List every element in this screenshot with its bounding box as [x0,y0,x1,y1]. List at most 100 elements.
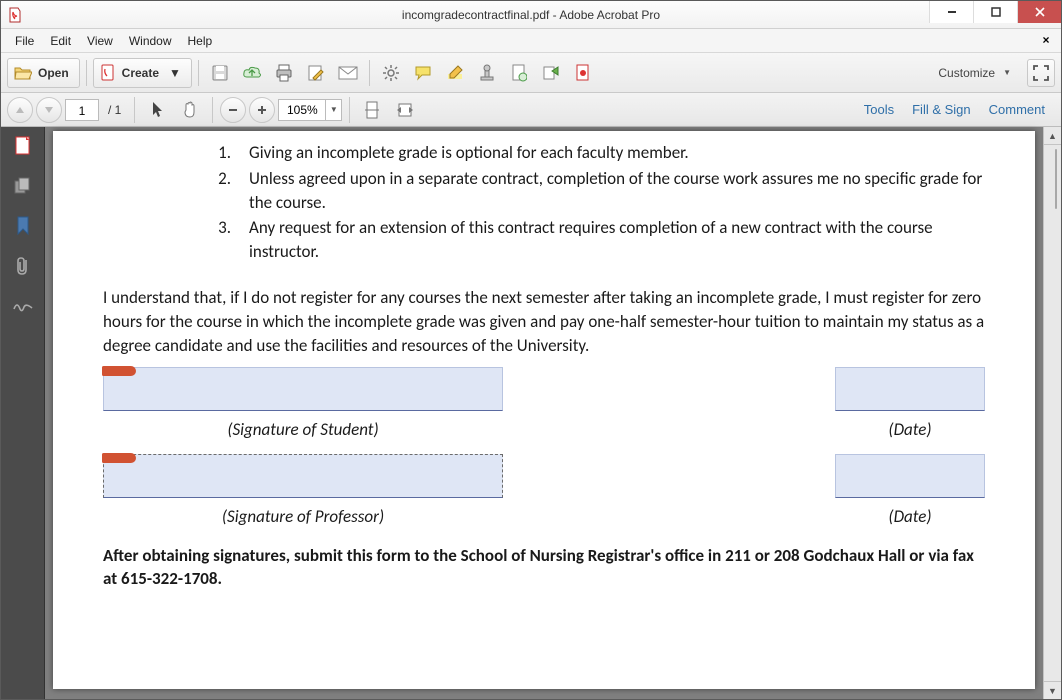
select-tool[interactable] [142,95,172,125]
professor-date-field[interactable] [835,454,985,498]
thumbnails-tab[interactable] [12,135,34,157]
attachments-tab[interactable] [12,255,34,277]
stamp-icon [479,64,495,82]
arrow-up-icon [15,105,25,115]
scroll-up-button[interactable]: ▲ [1044,127,1061,145]
comment-bubble-button[interactable] [408,58,438,88]
scroll-down-button[interactable]: ▼ [1044,681,1061,699]
bubble-icon [414,65,432,81]
minus-icon [227,104,239,116]
select-icon [150,101,164,119]
fill-sign-pane-button[interactable]: Fill & Sign [912,102,971,117]
page-number-input[interactable]: 1 [65,99,99,121]
zoom-dropdown-caret[interactable]: ▼ [325,100,341,120]
save-button[interactable] [205,58,235,88]
fullscreen-icon [1033,65,1049,81]
sign-here-tag-icon [102,366,136,376]
main-toolbar: Open Create ▼ Customize▼ [1,53,1061,93]
zoom-in-button[interactable] [249,97,275,123]
page-down-button[interactable] [36,97,62,123]
acrobat-icon [7,7,23,23]
fit-page-icon [364,101,380,119]
professor-date-label: (Date) [835,502,985,537]
student-signature-field[interactable] [103,367,503,411]
submit-instructions: After obtaining signatures, submit this … [103,545,985,591]
professor-signature-field[interactable] [103,454,503,498]
email-button[interactable] [333,58,363,88]
zoom-value: 105% [279,100,325,120]
signatures-tab[interactable] [12,295,34,317]
close-button[interactable] [1017,1,1061,23]
menu-help[interactable]: Help [180,31,221,51]
hand-icon [181,101,199,119]
student-date-field[interactable] [835,367,985,411]
gear-icon [382,64,400,82]
paperclip-icon [16,256,30,276]
scroll-thumb[interactable] [1055,149,1057,209]
tools-pane-button[interactable]: Tools [864,102,894,117]
left-sidebar [1,127,45,699]
title-bar: incomgradecontractfinal.pdf - Adobe Acro… [1,1,1061,29]
comment-pane-button[interactable]: Comment [989,102,1045,117]
student-signature-label: (Signature of Student) [103,415,503,450]
list-item: 3.Any request for an extension of this c… [213,216,985,264]
cloud-icon [242,65,262,81]
attach-button[interactable] [504,58,534,88]
action-icon [575,64,591,82]
create-pdf-icon [100,64,116,82]
create-button[interactable]: Create ▼ [93,58,192,88]
fit-page-button[interactable] [357,95,387,125]
share-button[interactable] [536,58,566,88]
highlight-button[interactable] [440,58,470,88]
vertical-scrollbar[interactable]: ▲ ▼ [1043,127,1061,699]
hand-tool[interactable] [175,95,205,125]
fullscreen-button[interactable] [1027,59,1055,87]
highlight-icon [446,64,464,82]
arrow-down-icon [44,105,54,115]
navigation-toolbar: 1 / 1 105% ▼ Tools Fill & Sign Comment [1,93,1061,127]
settings-button[interactable] [376,58,406,88]
workspace: 1.Giving an incomplete grade is optional… [1,127,1061,699]
menu-view[interactable]: View [79,31,121,51]
window-title: incomgradecontractfinal.pdf - Adobe Acro… [1,8,1061,22]
customize-button[interactable]: Customize▼ [930,66,1019,80]
edit-text-button[interactable] [301,58,331,88]
bookmarks-tab[interactable] [12,215,34,237]
stamp-button[interactable] [472,58,502,88]
bookmark-icon [15,216,31,236]
zoom-out-button[interactable] [220,97,246,123]
menu-window[interactable]: Window [121,31,180,51]
pages-tab[interactable] [12,175,34,197]
page-up-button[interactable] [7,97,33,123]
edit-icon [307,64,325,82]
maximize-button[interactable] [973,1,1017,23]
page-thumb-icon [14,136,32,156]
share-icon [542,65,560,81]
document-pane[interactable]: 1.Giving an incomplete grade is optional… [45,127,1043,699]
action-button[interactable] [568,58,598,88]
student-date-label: (Date) [835,415,985,450]
menu-edit[interactable]: Edit [42,31,79,51]
cloud-button[interactable] [237,58,267,88]
professor-signature-label: (Signature of Professor) [103,502,503,537]
save-icon [211,64,229,82]
open-button[interactable]: Open [7,58,80,88]
zoom-select[interactable]: 105% ▼ [278,99,342,121]
minimize-button[interactable] [929,1,973,23]
list-item: 1.Giving an incomplete grade is optional… [213,141,985,165]
plus-icon [256,104,268,116]
folder-open-icon [14,65,32,81]
close-document-button[interactable]: × [1037,31,1055,49]
fit-width-icon [396,102,414,118]
fit-width-button[interactable] [390,95,420,125]
paragraph: I understand that, if I do not register … [103,286,985,357]
signature-icon [12,299,34,313]
print-button[interactable] [269,58,299,88]
envelope-icon [338,66,358,80]
sign-here-tag-icon [102,453,136,463]
menu-bar: File Edit View Window Help × [1,29,1061,53]
list-item: 2.Unless agreed upon in a separate contr… [213,167,985,215]
pages-icon [13,177,33,195]
menu-file[interactable]: File [7,31,42,51]
print-icon [275,64,293,82]
